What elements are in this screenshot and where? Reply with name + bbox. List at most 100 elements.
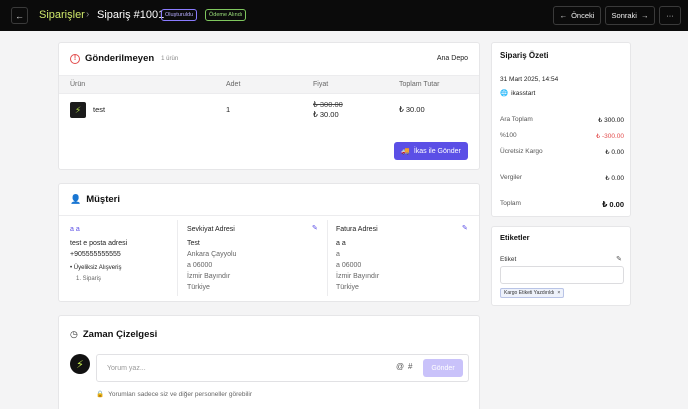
tags-card: Etiketler Etiket ✎ Kargo Etiketi Yazdırı… (491, 226, 631, 306)
lock-icon: 🔒 (96, 391, 105, 398)
tag-chip-label: Kargo Etiketi Yazdırıldı (504, 290, 555, 296)
pencil-icon[interactable]: ✎ (616, 255, 622, 263)
summary-title: Sipariş Özeti (500, 51, 549, 60)
column-product: Ürün (70, 81, 86, 88)
edit-billing-icon[interactable]: ✎ (462, 224, 468, 232)
customer-name[interactable]: a a (70, 224, 127, 235)
privacy-text: Yorumları sadece siz ve diğer personelle… (108, 390, 253, 398)
comment-box: @ # Gönder (96, 354, 469, 382)
customer-email[interactable]: test e posta adresi (70, 238, 127, 249)
product-name[interactable]: test (93, 105, 105, 114)
table-row[interactable]: ⚡ test 1 ₺ 300.00 ₺ 30.00 ₺ 30.00 (59, 94, 479, 126)
customer-phone[interactable]: +905555555555 (70, 249, 127, 260)
unsent-header: ! Gönderilmeyen 1 ürün (70, 53, 178, 64)
shipping-line: a 06000 (187, 262, 213, 269)
shipping-line: İzmir Bayındır (187, 273, 231, 280)
close-icon[interactable]: × (557, 290, 560, 296)
column-divider (177, 220, 178, 296)
summary-label: %100 (500, 132, 517, 139)
hashtag-icon[interactable]: # (408, 362, 412, 371)
send-comment-button[interactable]: Gönder (423, 359, 463, 377)
tag-field-label: Etiket (500, 256, 517, 263)
tag-chip[interactable]: Kargo Etiketi Yazdırıldı × (500, 288, 565, 298)
tag-input[interactable] (500, 266, 624, 284)
edit-shipping-icon[interactable]: ✎ (312, 224, 318, 232)
chevron-right-icon: › (86, 9, 90, 20)
next-order-button[interactable]: Sonraki → (605, 6, 655, 25)
comment-input[interactable] (107, 361, 377, 375)
alert-circle-icon: ! (70, 53, 80, 64)
order-date: 31 Mart 2025, 14:54 (500, 76, 559, 83)
warehouse-label: Ana Depo (436, 55, 468, 62)
summary-row-subtotal: Ara Toplam ₺ 300.00 (500, 116, 624, 124)
arrow-left-icon: ← (15, 10, 24, 21)
previous-label: Önceki (571, 11, 595, 20)
customer-title: Müşteri (86, 194, 121, 205)
table-header: Ürün Adet Fiyat Toplam Tutar (59, 75, 479, 94)
timeline-header: ◷ Zaman Çizelgesi (70, 329, 157, 340)
send-with-ikas-button[interactable]: 🚚 İkas ile Gönder (394, 142, 468, 160)
next-label: Sonraki (611, 11, 637, 20)
summary-row-taxes: Vergiler ₺ 0.00 (500, 174, 624, 182)
shipping-title: Sevkiyat Adresi (187, 226, 235, 233)
total-value: ₺ 0.00 (602, 200, 624, 209)
unsent-items-card: ! Gönderilmeyen 1 ürün Ana Depo Ürün Ade… (58, 42, 480, 170)
billing-line: a 06000 (336, 262, 362, 269)
order-count: 1. Sipariş (76, 276, 102, 282)
column-divider (327, 220, 328, 296)
customer-header: 👤 Müşteri (70, 194, 120, 205)
customer-card: 👤 Müşteri a a test e posta adresi +90555… (58, 183, 480, 302)
timeline-card: ◷ Zaman Çizelgesi ⚡ @ # Gönder 🔒 Yorumla… (58, 315, 480, 409)
status-badge-created: Oluşturuldu (161, 9, 198, 21)
product-thumbnail: ⚡ (70, 102, 86, 118)
summary-row-total: Toplam ₺ 0.00 (500, 200, 624, 209)
sales-channel: 🌐 ikasstart (500, 89, 536, 98)
divider (59, 215, 479, 216)
more-actions-button[interactable]: ··· (659, 6, 681, 25)
breadcrumb-orders[interactable]: Siparişler (39, 9, 85, 21)
billing-title: Fatura Adresi (336, 226, 378, 233)
item-count: 1 ürün (161, 55, 179, 62)
mention-icon[interactable]: @ (396, 362, 404, 371)
shipping-line: Türkiye (187, 284, 210, 291)
channel-name: ikasstart (511, 89, 536, 97)
status-badge-paid: Ödeme Alındı (205, 9, 247, 21)
timeline-title: Zaman Çizelgesi (82, 329, 158, 340)
summary-row-shipping: Ücretsiz Kargo ₺ 0.00 (500, 148, 624, 156)
order-summary-card: Sipariş Özeti 31 Mart 2025, 14:54 🌐 ikas… (491, 42, 631, 217)
summary-value: ₺ 0.00 (605, 149, 624, 156)
column-total: Toplam Tutar (399, 81, 440, 88)
billing-line: a a (336, 240, 346, 247)
summary-value: ₺ 0.00 (605, 175, 624, 182)
send-with-ikas-label: İkas ile Gönder (413, 147, 461, 155)
membership-label: • Üyeliksiz Alışveriş (70, 265, 122, 271)
customer-info: a a test e posta adresi +905555555555 • … (70, 224, 127, 285)
user-icon: 👤 (70, 194, 82, 204)
globe-icon: 🌐 (500, 90, 509, 97)
billing-line: İzmir Bayındır (336, 273, 380, 280)
total-label: Toplam (500, 200, 521, 207)
column-price: Fiyat (313, 81, 329, 88)
summary-row-discount: %100 ₺ -300.00 (500, 132, 624, 140)
price-discounted: ₺ 30.00 (313, 110, 339, 119)
summary-label: Vergiler (500, 174, 523, 181)
avatar: ⚡ (70, 354, 90, 374)
previous-order-button[interactable]: ← Önceki (553, 6, 601, 25)
shipping-line: Ankara Çayyolu (187, 251, 237, 258)
truck-icon: 🚚 (401, 148, 410, 155)
back-button[interactable]: ← (11, 7, 28, 24)
row-total: ₺ 30.00 (399, 105, 425, 114)
page-title: Sipariş #1001 (97, 9, 165, 21)
shipping-line: Test (187, 240, 200, 247)
unsent-title: Gönderilmeyen (85, 53, 155, 64)
price-original: ₺ 300.00 (313, 100, 343, 109)
product-qty: 1 (226, 105, 231, 114)
shipping-address: Sevkiyat Adresi Test Ankara Çayyolu a 06… (187, 224, 319, 293)
more-icon: ··· (666, 11, 674, 20)
history-icon: ◷ (70, 329, 78, 339)
arrow-left-icon: ← (559, 11, 568, 20)
summary-label: Ücretsiz Kargo (500, 148, 543, 155)
privacy-note: 🔒 Yorumları sadece siz ve diğer personel… (96, 390, 253, 399)
top-bar: ← Siparişler › Sipariş #1001 Oluşturuldu… (0, 0, 688, 31)
column-qty: Adet (226, 81, 241, 88)
